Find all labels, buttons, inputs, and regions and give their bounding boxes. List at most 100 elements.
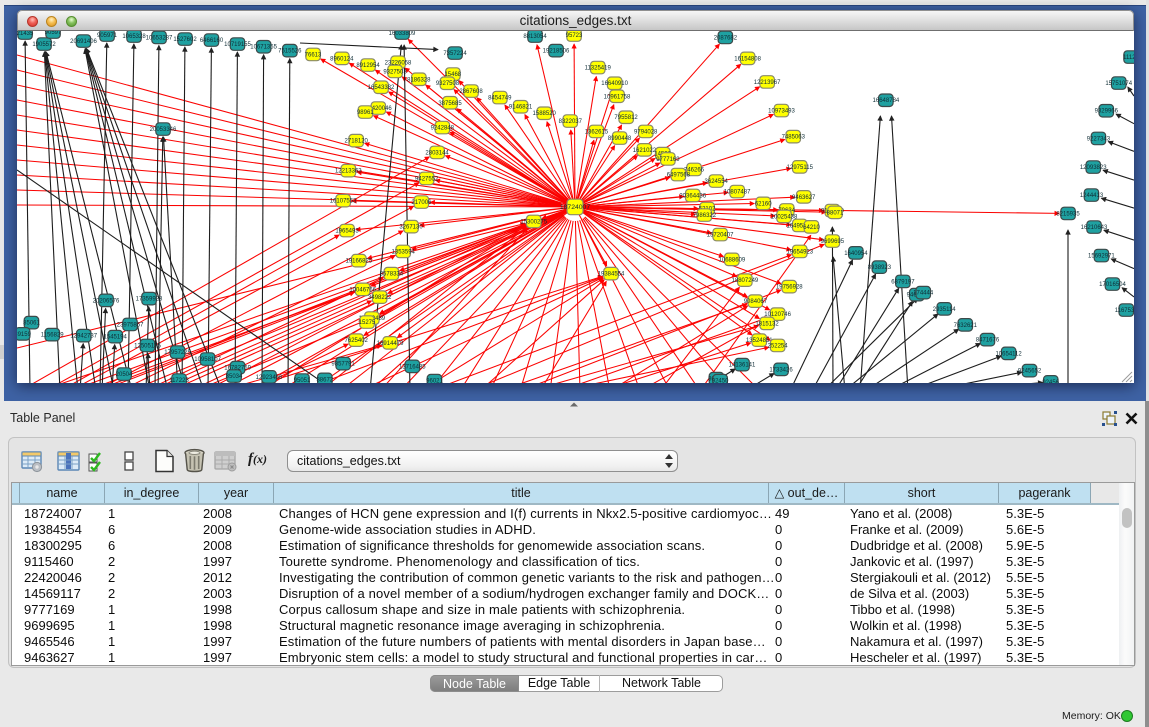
svg-text:16648784: 16648784 [873,98,900,104]
svg-text:19218506: 19218506 [543,49,570,55]
svg-text:217006: 217006 [411,200,432,206]
svg-text:8813054: 8813054 [523,34,547,40]
svg-text:7515526: 7515526 [278,49,302,55]
svg-text:7632621: 7632621 [954,323,978,329]
svg-text:9794028: 9794028 [634,130,658,136]
svg-text:13716485: 13716485 [399,364,426,370]
svg-text:1905572: 1905572 [32,42,56,48]
svg-text:174444: 174444 [913,291,934,297]
svg-text:8960124: 8960124 [330,56,354,62]
svg-text:16210643: 16210643 [1081,225,1108,231]
svg-text:20206576: 20206576 [93,298,120,304]
svg-text:12213967: 12213967 [754,80,781,86]
svg-text:9146821: 9146821 [509,105,533,111]
svg-text:6497568: 6497568 [667,173,691,179]
svg-text:7625402: 7625402 [345,338,369,344]
svg-text:88071: 88071 [827,210,844,216]
svg-text:7955812: 7955812 [614,115,638,121]
svg-text:12093823: 12093823 [1080,165,1107,171]
svg-text:9777169: 9777169 [656,157,680,163]
svg-text:20364436: 20364436 [679,194,706,200]
svg-text:1588520: 1588520 [533,111,557,117]
svg-text:3498222: 3498222 [368,295,392,301]
svg-text:88672: 88672 [316,377,333,383]
svg-text:1527602: 1527602 [173,37,197,43]
svg-text:98961: 98961 [357,110,374,116]
svg-text:15751074: 15751074 [1105,81,1132,87]
svg-text:15275: 15275 [359,320,376,326]
svg-text:8322037: 8322037 [559,119,583,125]
svg-text:12975115: 12975115 [787,165,814,171]
svg-text:8990448: 8990448 [608,136,632,142]
svg-text:12505135: 12505135 [134,344,161,350]
svg-text:9084067: 9084067 [744,299,768,305]
svg-text:10807487: 10807487 [724,190,751,196]
svg-text:1167533: 1167533 [1115,308,1134,314]
svg-text:905971: 905971 [97,33,118,39]
svg-text:9857791: 9857791 [331,362,355,368]
svg-text:8186328: 8186328 [407,77,431,83]
svg-text:10654112: 10654112 [995,351,1022,357]
svg-text:10719155: 10719155 [224,42,251,48]
svg-text:23975867: 23975867 [117,323,144,329]
svg-text:9242848: 9242848 [431,126,455,132]
svg-text:117223: 117223 [169,378,189,383]
svg-text:12942737: 12942737 [70,334,97,340]
svg-text:1353594: 1353594 [392,250,416,256]
svg-text:9245652: 9245652 [1018,369,1042,375]
svg-text:1545194: 1545194 [104,335,128,341]
svg-text:20504: 20504 [116,372,133,378]
svg-text:17957225: 17957225 [164,350,191,356]
svg-text:2087682: 2087682 [714,36,738,42]
svg-text:39159: 39159 [17,332,32,338]
svg-text:12923466: 12923466 [256,375,283,381]
svg-text:15720407: 15720407 [707,233,734,239]
svg-text:8471676: 8471676 [976,338,1000,344]
svg-text:1244413: 1244413 [1080,193,1104,199]
svg-text:1621022: 1621022 [633,148,657,154]
svg-text:15692971: 15692971 [1088,254,1115,260]
svg-text:96021: 96021 [426,379,443,383]
svg-text:95051: 95051 [294,378,311,383]
svg-text:92450: 92450 [712,379,729,383]
svg-text:16154808: 16154808 [734,56,761,62]
svg-text:19654923: 19654923 [786,250,813,256]
svg-text:95723: 95723 [566,33,583,39]
svg-text:2935114: 2935114 [933,307,957,313]
svg-text:8578334: 8578334 [380,272,404,278]
svg-text:18807249: 18807249 [732,278,759,284]
svg-text:10973493: 10973493 [768,109,795,115]
svg-text:9227343: 9227343 [1087,136,1111,142]
svg-text:21435: 21435 [17,31,34,37]
svg-text:15300275: 15300275 [520,219,547,225]
svg-text:1640954: 1640954 [844,251,868,257]
svg-text:20053346: 20053346 [150,127,177,133]
svg-text:17359928: 17359928 [136,297,163,303]
svg-text:6466160: 6466160 [200,38,224,44]
svg-text:7357224: 7357224 [443,51,467,57]
svg-text:16033809: 16033809 [389,31,416,37]
svg-text:62160: 62160 [755,201,772,207]
svg-text:9327503: 9327503 [383,70,407,76]
svg-text:10653287: 10653287 [146,36,173,42]
svg-text:1815132: 1815132 [755,321,779,327]
svg-text:252254: 252254 [768,344,789,350]
svg-text:8454749: 8454749 [488,96,512,102]
svg-text:14136141: 14136141 [729,363,756,369]
svg-text:7485063: 7485063 [782,135,806,141]
svg-text:1733426: 1733426 [769,367,793,373]
svg-text:20691406: 20691406 [70,39,97,45]
svg-text:85034: 85034 [226,374,243,380]
svg-text:7986322: 7986322 [693,213,717,219]
svg-text:16640910: 16640910 [601,81,628,87]
svg-text:9327508: 9327508 [436,81,460,87]
svg-text:1362615: 1362615 [585,130,609,136]
svg-text:2803144: 2803144 [425,150,449,156]
svg-text:10958107: 10958107 [194,357,221,363]
svg-text:8215935: 8215935 [1056,212,1080,218]
svg-text:85061: 85061 [23,321,40,327]
svg-text:18724007: 18724007 [560,204,590,211]
svg-text:3267130: 3267130 [399,225,423,231]
svg-text:9329966: 9329966 [1095,109,1119,115]
svg-text:3624554: 3624554 [705,179,729,185]
